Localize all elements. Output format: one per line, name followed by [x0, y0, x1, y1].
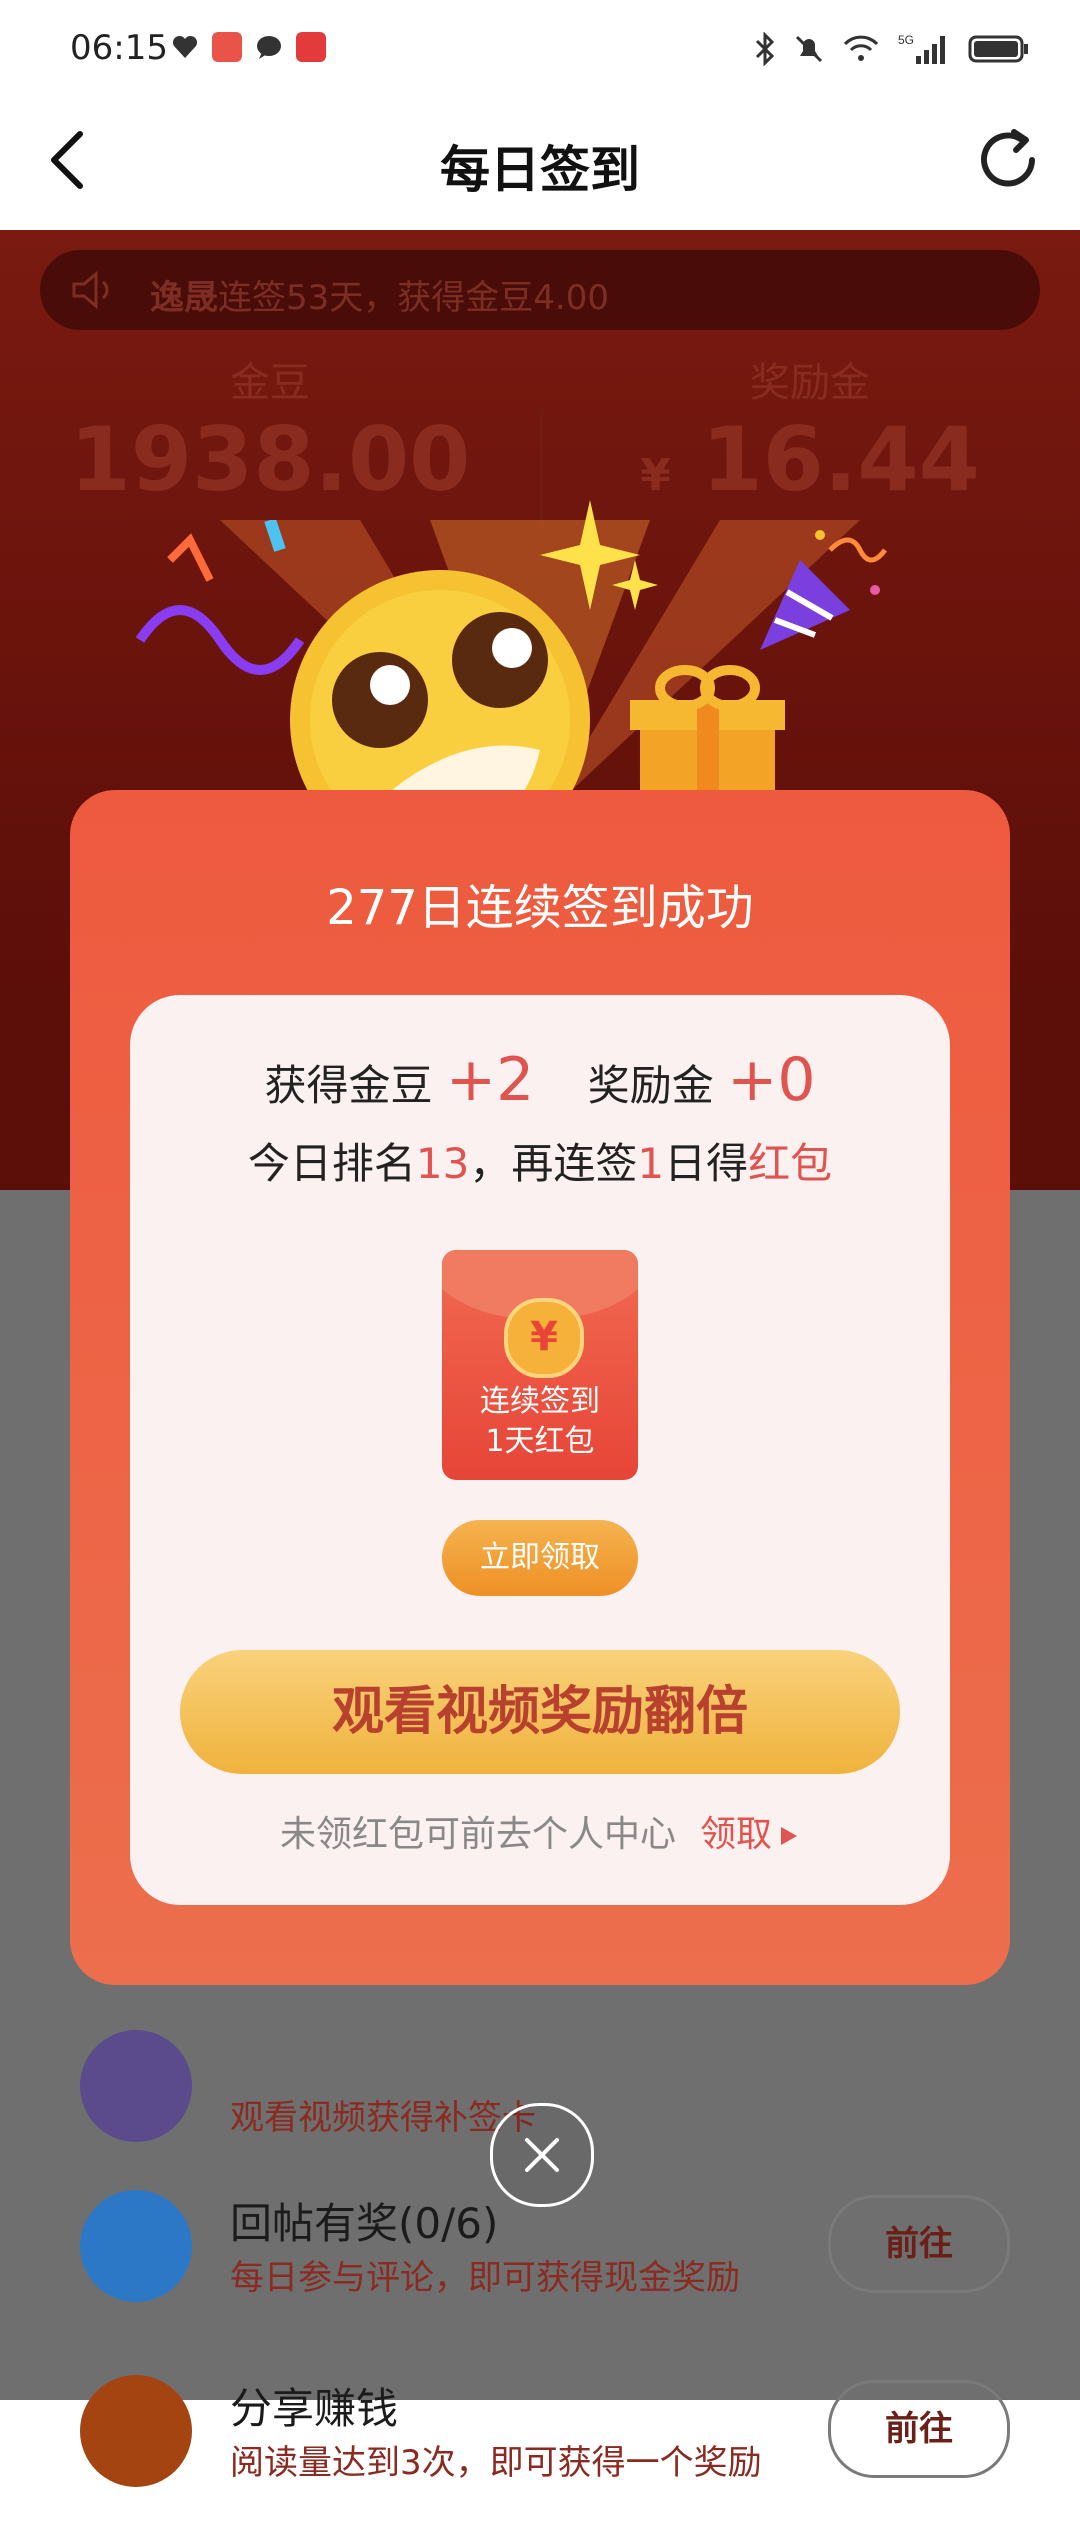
days-value: 1 [637, 1139, 665, 1188]
status-right-icons: 5G [754, 32, 1030, 66]
gold-beans-value: 1938.00 [69, 408, 471, 511]
party-popper-icon [760, 530, 887, 650]
footer-claim-link[interactable]: 领取 [700, 1814, 800, 1855]
mute-icon [795, 35, 823, 63]
mail-icon [296, 32, 326, 62]
red-envelope[interactable]: ¥ 连续签到 1天红包 [442, 1250, 638, 1480]
close-dialog-button[interactable] [490, 2103, 594, 2207]
marquee-user: 逸晟 [150, 278, 218, 318]
battery-icon [968, 35, 1028, 63]
svg-text:5G: 5G [898, 33, 914, 47]
app-icon [212, 32, 242, 62]
task-title: 回帖有奖(0/6) [230, 2199, 499, 2248]
sparkle-icon [540, 500, 658, 610]
yuan-coin-icon: ¥ [504, 1298, 584, 1378]
rank-value: 13 [415, 1139, 470, 1188]
task-title: 分享赚钱 [230, 2384, 399, 2433]
speaker-icon [72, 270, 109, 310]
chat-icon [257, 36, 281, 59]
envelope-text: 连续签到 1天红包 [442, 1382, 638, 1462]
reward-label: 奖励金 [750, 360, 870, 406]
status-bar: 06:15 5G [0, 0, 1080, 100]
checkin-success-dialog: 277日连续签到成功 获得金豆 +2 奖励金 +0 今日排名13，再连签1日得红… [70, 790, 1010, 1985]
wifi-icon [843, 35, 879, 61]
footer-text: 未领红包可前去个人中心 [279, 1814, 676, 1855]
envelope-line2: 1天红包 [485, 1424, 595, 1459]
task-subtitle: 阅读量达到3次，即可获得一个奖励 [230, 2443, 762, 2483]
dialog-footer: 未领红包可前去个人中心 领取 [130, 1805, 950, 1857]
reward-value: ¥ 16.44 [600, 408, 1020, 511]
gold-beans-label: 金豆 [230, 360, 310, 406]
list-item: 分享赚钱 阅读量达到3次，即可获得一个奖励 前往 [40, 2365, 1040, 2535]
earned-reward-label: 奖励金 [587, 1061, 714, 1110]
envelope-line1: 连续签到 [480, 1384, 600, 1419]
share-reward-icon [80, 2375, 192, 2487]
refresh-icon[interactable] [970, 120, 1050, 200]
close-icon [525, 2138, 559, 2172]
announcement-marquee: 逸晟连签53天，获得金豆4.00 [40, 250, 1040, 330]
earned-summary: 获得金豆 +2 奖励金 +0 [130, 1045, 950, 1115]
go-button[interactable]: 前往 [828, 2380, 1010, 2478]
earned-beans-value: +2 [445, 1045, 535, 1115]
days-suffix: 日得 [664, 1139, 749, 1188]
reward-card: 获得金豆 +2 奖励金 +0 今日排名13，再连签1日得红包 ¥ 连续签到 1天… [130, 995, 950, 1905]
dialog-title: 277日连续签到成功 [326, 880, 754, 936]
play-arrow-icon [781, 1827, 798, 1845]
heart-icon [172, 35, 198, 58]
earned-reward-value: +0 [727, 1045, 816, 1115]
status-left-icons [170, 32, 326, 62]
gift-box-icon [630, 665, 785, 790]
earned-beans-label: 获得金豆 [264, 1061, 433, 1110]
watch-video-double-button[interactable]: 观看视频奖励翻倍 [180, 1650, 900, 1774]
page-title: 每日签到 [440, 141, 640, 199]
rank-prefix: 今日排名 [247, 1139, 416, 1188]
red-packet-word: 红包 [748, 1139, 833, 1188]
rank-summary: 今日排名13，再连签1日得红包 [130, 1130, 950, 1191]
go-button[interactable]: 前往 [828, 2195, 1010, 2293]
status-time: 06:15 [70, 28, 168, 68]
task-subtitle: 观看视频获得补签卡 [230, 2098, 536, 2138]
reward-stat: 奖励金 ¥ 16.44 [600, 350, 1020, 511]
title-bar: 每日签到 [0, 100, 1080, 230]
reward-currency: ¥ [640, 450, 671, 501]
marquee-text: 连签53天，获得金豆4.00 [218, 278, 609, 318]
claim-now-button[interactable]: 立即领取 [442, 1520, 638, 1596]
comment-reward-icon [80, 2190, 192, 2302]
gold-beans-stat: 金豆 1938.00 [60, 350, 480, 511]
task-subtitle: 每日参与评论，即可获得现金奖励 [230, 2258, 740, 2298]
rank-middle: ，再连签 [469, 1139, 638, 1188]
signal-5g-icon: 5G [898, 33, 945, 64]
task-icon [80, 2030, 192, 2142]
bluetooth-icon [755, 32, 775, 66]
reward-amount: 16.44 [701, 408, 980, 511]
